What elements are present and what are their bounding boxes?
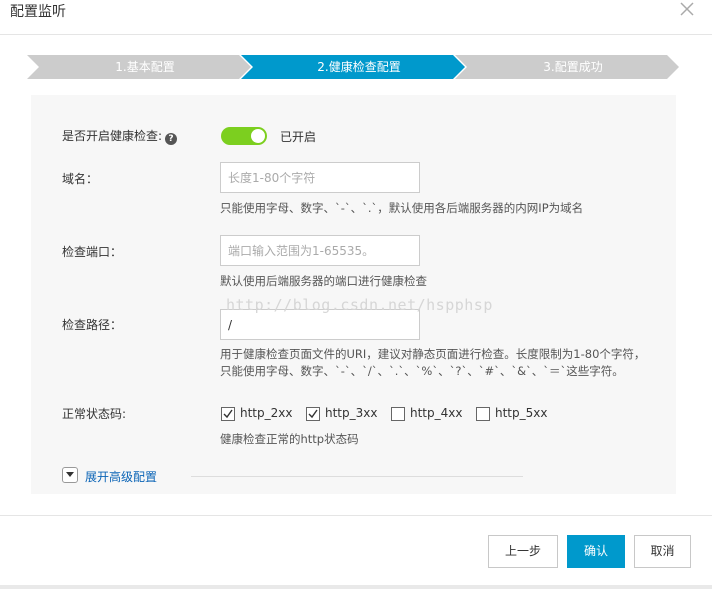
toggle-knob — [251, 129, 265, 143]
footer-divider — [0, 515, 712, 516]
checkbox-label: http_4xx — [410, 406, 463, 420]
help-icon[interactable]: ? — [165, 133, 178, 145]
health-check-status: 已开启 — [280, 130, 317, 144]
health-check-form: 是否开启健康检查:? 已开启 域名： 只能使用字母、数字、`-`、`.`，默认使… — [31, 95, 676, 494]
path-hint-line-2: 只能使用字母、数字、`-`、`/`、`.`、`%`、`?`、`#`、`&`、`＝… — [220, 364, 624, 378]
port-input[interactable] — [220, 235, 420, 266]
advanced-divider — [191, 476, 523, 477]
status-code-hint: 健康检查正常的http状态码 — [220, 432, 359, 446]
watermark-text: http://blog.csdn.net/hspphsp — [226, 296, 493, 314]
health-check-label: 是否开启健康检查: — [62, 129, 163, 143]
dialog-bottom-edge — [0, 585, 712, 589]
health-check-toggle[interactable] — [221, 127, 267, 145]
domain-input[interactable] — [220, 162, 420, 193]
step-indicator: 1.基本配置 2.健康检查配置 3.配置成功 — [27, 55, 679, 79]
checkbox-box[interactable] — [476, 407, 490, 421]
status-code-label: 正常状态码: — [62, 407, 127, 421]
checkbox-box[interactable] — [221, 407, 235, 421]
checkbox-box[interactable] — [391, 407, 405, 421]
check-icon — [223, 409, 233, 419]
check-icon — [308, 409, 318, 419]
domain-hint: 只能使用字母、数字、`-`、`.`，默认使用各后端服务器的内网IP为域名 — [220, 201, 584, 215]
close-icon[interactable] — [678, 0, 696, 18]
config-listener-dialog: 配置监听 1.基本配置 2.健康检查配置 3.配置成功 是否开启健康检查:? 已… — [0, 0, 712, 589]
path-hint-line-1: 用于健康检查页面文件的URI，建议对静态页面进行检查。长度限制为1-80个字符， — [220, 347, 646, 361]
chevron-down-icon[interactable] — [62, 467, 78, 483]
port-label: 检查端口： — [62, 245, 123, 259]
checkbox-label: http_3xx — [325, 406, 378, 420]
dialog-title: 配置监听 — [10, 4, 66, 20]
confirm-button[interactable]: 确认 — [567, 535, 625, 568]
header-divider — [0, 34, 712, 35]
domain-label: 域名： — [62, 172, 99, 186]
status-code-group: http_2xx http_3xx http_4xx http_5xx — [221, 406, 561, 423]
expand-advanced-label[interactable]: 展开高级配置 — [85, 468, 157, 485]
step-1-label: 1.基本配置 — [115, 60, 175, 74]
checkbox-label: http_2xx — [240, 406, 293, 420]
port-hint: 默认使用后端服务器的端口进行健康检查 — [220, 274, 427, 288]
previous-step-button[interactable]: 上一步 — [488, 535, 558, 568]
path-label: 检查路径： — [62, 318, 123, 332]
step-2-label: 2.健康检查配置 — [317, 60, 401, 74]
health-check-label-row: 是否开启健康检查:? — [62, 128, 178, 145]
checkbox-label: http_5xx — [495, 406, 548, 420]
step-3-label: 3.配置成功 — [543, 60, 603, 74]
cancel-button[interactable]: 取消 — [634, 535, 691, 568]
checkbox-box[interactable] — [306, 407, 320, 421]
